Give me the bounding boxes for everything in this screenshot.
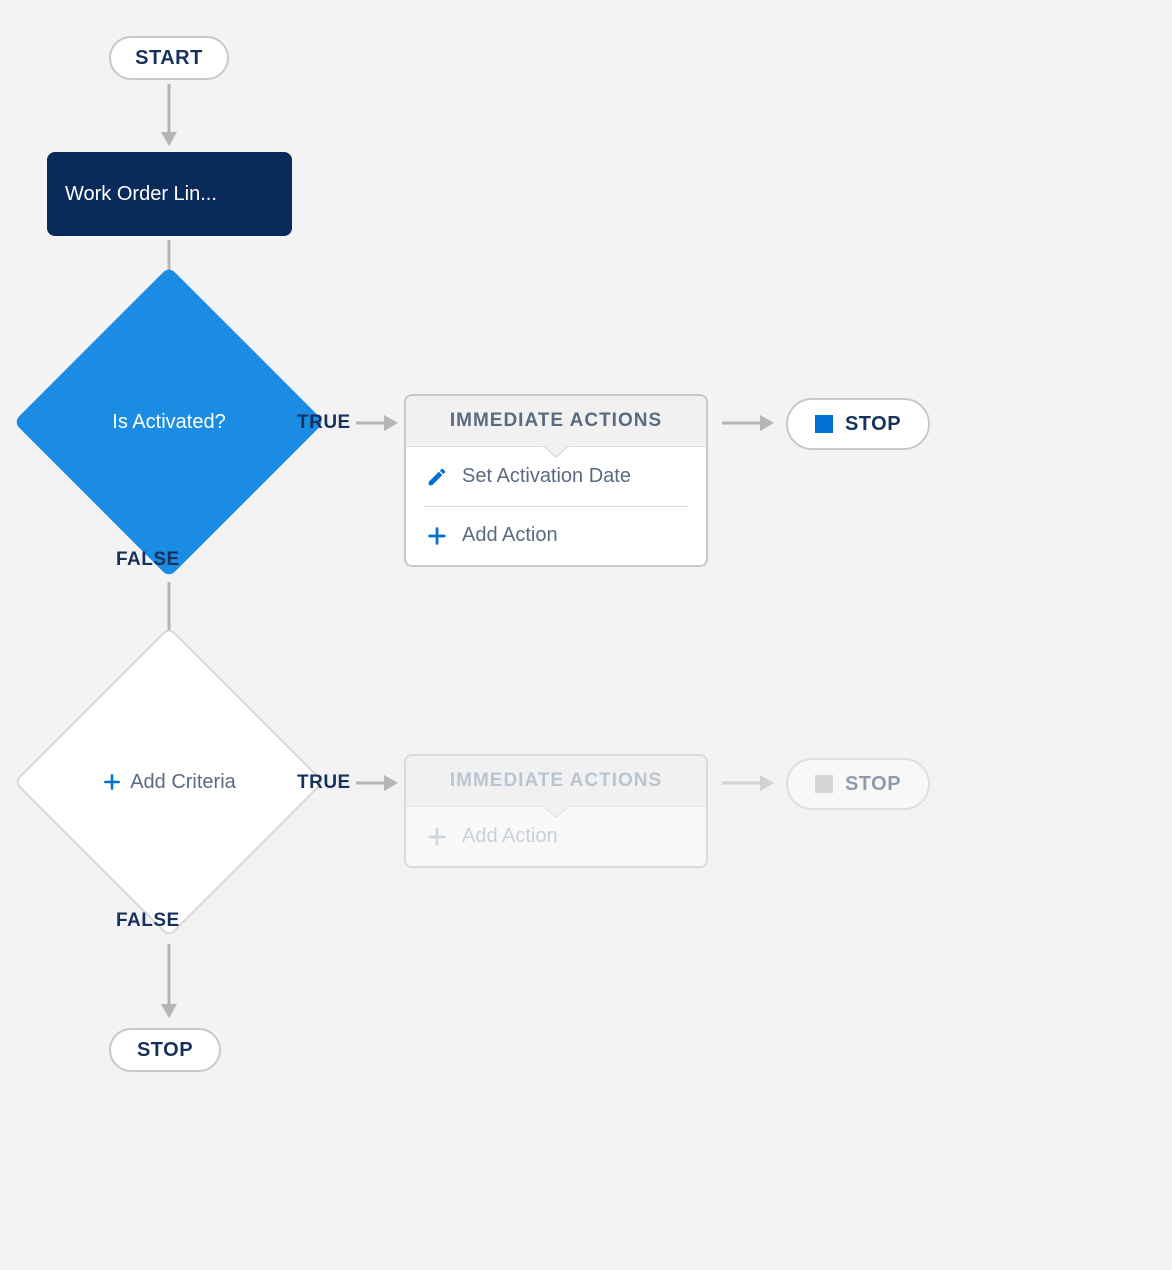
object-node[interactable]: Work Order Lin...	[47, 152, 292, 236]
add-action-label: Add Action	[462, 825, 558, 848]
true-label: TRUE	[297, 412, 351, 434]
arrow-right	[356, 413, 398, 433]
add-criteria-node[interactable]: Add Criteria	[59, 672, 279, 892]
false-label: FALSE	[116, 910, 180, 932]
plus-icon	[426, 525, 448, 547]
object-label: Work Order Lin...	[65, 183, 217, 206]
end-node: STOP	[109, 1028, 221, 1072]
stop-node[interactable]: STOP	[786, 398, 930, 450]
add-action-label: Add Action	[462, 524, 558, 547]
arrow-right	[722, 413, 774, 433]
arrow-right	[356, 773, 398, 793]
criteria-label: Is Activated?	[112, 411, 225, 434]
start-label: START	[135, 47, 203, 70]
stop-label: STOP	[845, 773, 901, 796]
action-label: Set Activation Date	[462, 465, 631, 488]
stop-node-placeholder: STOP	[786, 758, 930, 810]
false-label: FALSE	[116, 549, 180, 571]
actions-header: IMMEDIATE ACTIONS	[406, 396, 706, 447]
stop-label: STOP	[845, 413, 901, 436]
stop-icon	[815, 415, 833, 433]
end-label: STOP	[137, 1039, 193, 1062]
actions-panel: IMMEDIATE ACTIONS Set Activation Date Ad…	[404, 394, 708, 567]
true-label: TRUE	[297, 772, 351, 794]
arrow-down	[159, 84, 179, 146]
start-node: START	[109, 36, 229, 80]
actions-panel-placeholder: IMMEDIATE ACTIONS Add Action	[404, 754, 708, 868]
plus-icon	[102, 772, 122, 792]
add-criteria-label: Add Criteria	[130, 771, 236, 794]
actions-header: IMMEDIATE ACTIONS	[406, 756, 706, 807]
plus-icon	[426, 826, 448, 848]
criteria-node[interactable]: Is Activated?	[59, 312, 279, 532]
arrow-down	[159, 944, 179, 1018]
edit-icon	[426, 466, 448, 488]
add-action-row[interactable]: Add Action	[406, 506, 706, 565]
arrow-right	[722, 773, 774, 793]
stop-icon	[815, 775, 833, 793]
